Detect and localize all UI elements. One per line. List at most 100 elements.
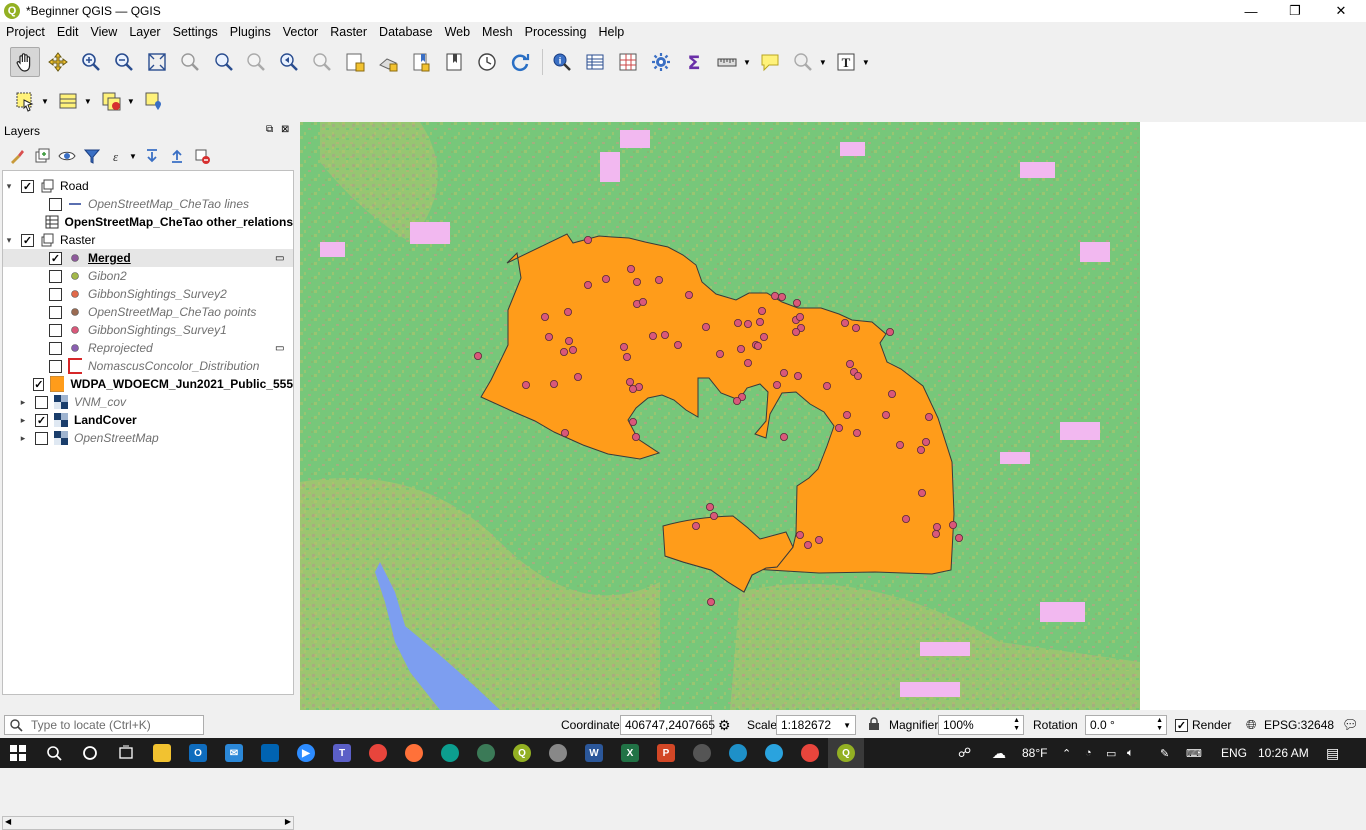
sighting-point[interactable] [673,340,682,349]
chrome-icon[interactable] [360,738,396,768]
sighting-point[interactable] [779,432,788,441]
collapse-arrow-icon[interactable]: ▸ [17,415,29,426]
menu-plugins[interactable]: Plugins [224,25,277,39]
app-icon[interactable] [720,738,756,768]
menu-settings[interactable]: Settings [167,25,224,39]
zoom-out-icon[interactable] [109,47,139,77]
sighting-point[interactable] [625,377,634,386]
magnifier-field[interactable]: 100% ▲ ▼ [938,715,1024,735]
chrome-icon[interactable] [792,738,828,768]
chevron-down-icon[interactable]: ▼ [819,58,827,67]
sighting-point[interactable] [886,327,895,336]
chevron-down-icon[interactable]: ▼ [84,97,92,106]
layer-visibility-checkbox[interactable]: ✓ [33,377,45,391]
zoom-in-icon[interactable] [76,47,106,77]
sighting-point[interactable] [803,540,812,549]
scroll-left-icon[interactable]: ◀ [5,817,11,826]
sighting-point[interactable] [757,306,766,315]
language[interactable]: ENG [1221,746,1247,760]
layer-row-merged[interactable]: ✓ Merged ▭ [3,249,293,267]
clock[interactable]: 10:26 AM [1258,746,1309,760]
sighting-point[interactable] [902,514,911,523]
restore-icon[interactable]: ❐ [1272,0,1318,22]
sighting-point[interactable] [896,440,905,449]
chevron-down-icon[interactable]: ▼ [843,721,851,730]
notifications-icon[interactable]: ▤ [1326,745,1339,762]
teams-icon[interactable]: T [324,738,360,768]
new-3d-map-view-icon[interactable] [373,47,403,77]
map-tips-icon[interactable] [755,47,785,77]
firefox-icon[interactable] [396,738,432,768]
windows-start-icon[interactable] [0,738,36,768]
layer-visibility-checkbox[interactable] [49,197,62,211]
measure-line-icon[interactable] [712,47,742,77]
remove-layer-icon[interactable] [191,145,213,167]
sighting-point[interactable] [743,319,752,328]
zoom-full-icon[interactable] [142,47,172,77]
crs-label[interactable]: EPSG:32648 [1264,718,1334,732]
sighting-point[interactable] [628,417,637,426]
sighting-point[interactable] [583,280,592,289]
chevron-down-icon[interactable]: ▼ [862,58,870,67]
sighting-point[interactable] [560,428,569,437]
expand-all-icon[interactable] [141,145,163,167]
sighting-point[interactable] [626,264,635,273]
sighting-point[interactable] [573,372,582,381]
filter-by-expression-icon[interactable]: ε [106,145,128,167]
sighting-point[interactable] [648,331,657,340]
processing-toolbox-icon[interactable] [646,47,676,77]
outlook-icon[interactable]: O [180,738,216,768]
toggle-extents-icon[interactable]: ⚙ [718,717,731,734]
people-icon[interactable]: ☍ [958,745,971,761]
sighting-point[interactable] [709,511,718,520]
layer-row-openstreetmap-chetao-other-relations[interactable]: OpenStreetMap_CheTao other_relations [3,213,293,231]
layer-visibility-checkbox[interactable]: ✓ [49,251,62,265]
sighting-point[interactable] [852,323,861,332]
sighting-point[interactable] [918,488,927,497]
pan-hand-icon[interactable] [10,47,40,77]
sighting-point[interactable] [888,389,897,398]
sighting-point[interactable] [743,358,752,367]
search-icon[interactable] [36,738,72,768]
sighting-point[interactable] [715,349,724,358]
chevron-down-icon[interactable]: ▼ [129,152,137,161]
sighting-point[interactable] [521,380,530,389]
lock-scale-icon[interactable] [868,716,880,734]
identify-features-icon[interactable]: i [547,47,577,77]
layer-row-vnm-cov[interactable]: ▸ VNM_cov [3,393,293,411]
word-icon[interactable]: W [576,738,612,768]
sighting-point[interactable] [835,423,844,432]
scroll-right-icon[interactable]: ▶ [285,817,291,826]
sighting-point[interactable] [628,384,637,393]
layer-visibility-checkbox[interactable]: ✓ [35,413,48,427]
sighting-point[interactable] [705,502,714,511]
filter-legend-icon[interactable] [81,145,103,167]
sighting-point[interactable] [922,437,931,446]
chevron-up-icon[interactable]: ⌃ [1062,747,1071,760]
menu-web[interactable]: Web [439,25,476,39]
map-svg[interactable] [300,122,1140,710]
layer-row-landcover[interactable]: ▸ ✓ LandCover [3,411,293,429]
sighting-point[interactable] [601,274,610,283]
sighting-point[interactable] [882,410,891,419]
attribute-table-icon[interactable] [580,47,610,77]
sighting-point[interactable] [564,336,573,345]
sighting-point[interactable] [933,522,942,531]
sighting-point[interactable] [955,533,964,542]
sighting-point[interactable] [843,410,852,419]
sighting-point[interactable] [622,352,631,361]
layer-row-road[interactable]: ▾ ✓ Road [3,177,293,195]
layer-visibility-checkbox[interactable] [49,269,62,283]
sighting-point[interactable] [795,530,804,539]
zoom-icon[interactable]: ▶ [288,738,324,768]
zoom-native-icon[interactable] [241,47,271,77]
scale-field[interactable]: 1:182672 ▼ [776,715,856,735]
sighting-point[interactable] [540,312,549,321]
float-panel-icon[interactable]: ⧉ [266,124,273,135]
sighting-point[interactable] [815,535,824,544]
sighting-point[interactable] [559,347,568,356]
layer-visibility-checkbox[interactable] [49,323,62,337]
temperature[interactable]: 88°F [1022,746,1047,760]
sighting-point[interactable] [779,368,788,377]
manage-visibility-icon[interactable] [56,145,78,167]
